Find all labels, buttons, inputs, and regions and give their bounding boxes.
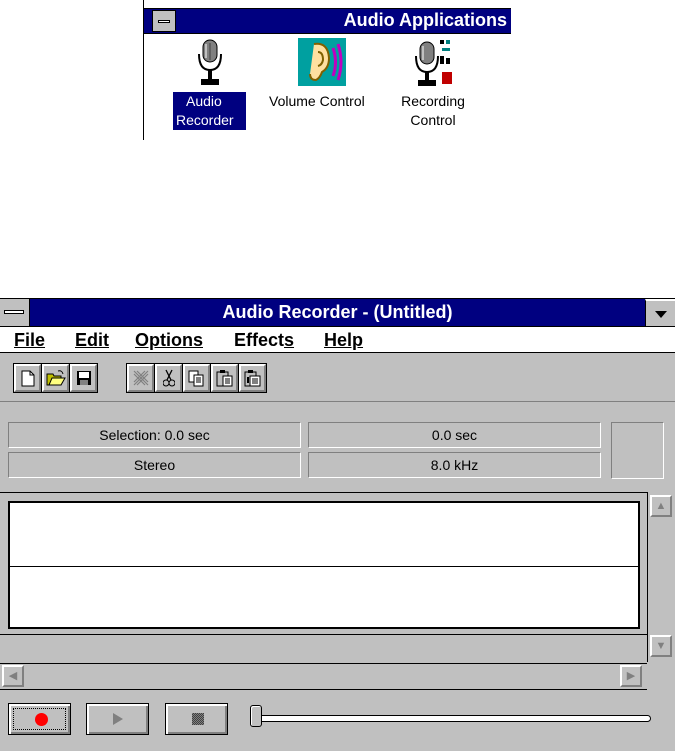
recording-control-label: Recording Control (401, 93, 465, 128)
sample-rate-field: 8.0 kHz (308, 452, 601, 478)
record-icon (35, 713, 48, 726)
delete-icon[interactable] (127, 364, 154, 392)
open-icon[interactable] (42, 364, 69, 392)
menu-effects[interactable]: Effects (234, 330, 294, 351)
group-title: Audio Applications (343, 10, 507, 30)
recording-control-program-icon[interactable]: Recording Control (392, 38, 472, 138)
menu-bar: File Edit Options Effects Help (0, 327, 675, 353)
menu-help[interactable]: Help (324, 330, 363, 351)
record-button[interactable] (8, 703, 71, 735)
scroll-down-button[interactable]: ▼ (650, 635, 672, 657)
file-toolbar-group (13, 363, 98, 393)
microphone-mixer-icon (415, 40, 452, 86)
scroll-right-button[interactable]: ▶ (620, 665, 642, 687)
system-menu-button[interactable] (152, 10, 176, 32)
waveform-area (0, 492, 647, 635)
menu-edit[interactable]: Edit (75, 330, 109, 351)
scroll-left-button[interactable]: ◀ (2, 665, 24, 687)
system-menu-button[interactable] (0, 299, 30, 326)
transport-controls (0, 691, 675, 751)
audio-recorder-label: Audio Recorder (173, 92, 246, 130)
cut-icon[interactable] (155, 364, 182, 392)
scroll-up-button[interactable]: ▲ (650, 495, 672, 517)
status-panel: Selection: 0.0 sec 0.0 sec Stereo 8.0 kH… (0, 401, 675, 488)
channels-field: Stereo (8, 452, 301, 478)
selection-length-field: Selection: 0.0 sec (8, 422, 301, 448)
minimize-button[interactable] (645, 299, 675, 326)
microphone-icon (198, 39, 222, 85)
ear-sound-icon (298, 38, 346, 86)
group-title-bar[interactable]: Audio Applications (144, 8, 511, 34)
save-icon[interactable] (70, 364, 97, 392)
play-icon (113, 713, 123, 725)
toolbar (0, 353, 675, 399)
position-field: 0.0 sec (308, 422, 601, 448)
waveform-display[interactable] (8, 501, 640, 629)
audio-recorder-program-icon[interactable]: Audio Recorder (170, 38, 250, 138)
stop-button[interactable] (165, 703, 228, 735)
level-indicator (611, 422, 664, 479)
position-slider-thumb[interactable] (250, 705, 262, 727)
new-icon[interactable] (14, 364, 41, 392)
paste-icon[interactable] (211, 364, 238, 392)
title-bar[interactable]: Audio Recorder - (Untitled) (0, 299, 675, 327)
paste-insert-icon[interactable] (239, 364, 266, 392)
audio-recorder-window: Audio Recorder - (Untitled) File Edit Op… (0, 298, 675, 751)
position-slider-track[interactable] (253, 715, 651, 722)
vertical-scrollbar[interactable]: ▲ ▼ (647, 492, 675, 662)
volume-control-label: Volume Control (269, 93, 365, 109)
horizontal-scrollbar[interactable]: ◀ ▶ (0, 663, 647, 690)
program-group-window: Audio Applications Audio Recorder Volume… (143, 0, 511, 140)
edit-toolbar-group (126, 363, 267, 393)
menu-file[interactable]: File (14, 330, 45, 351)
play-button[interactable] (86, 703, 149, 735)
copy-icon[interactable] (183, 364, 210, 392)
menu-options[interactable]: Options (135, 330, 203, 351)
channel-divider (10, 566, 638, 567)
volume-control-program-icon[interactable]: Volume Control (266, 38, 378, 109)
window-title: Audio Recorder - (Untitled) (222, 302, 453, 322)
stop-icon (192, 713, 204, 725)
